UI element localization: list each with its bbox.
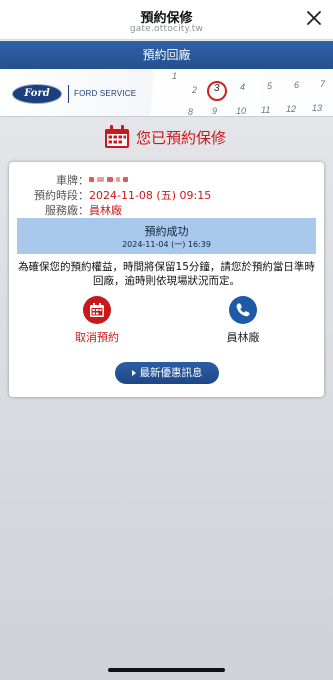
calendar-highlight-circle [207, 81, 227, 101]
close-icon[interactable] [305, 9, 323, 27]
home-indicator[interactable] [108, 668, 225, 672]
calendar-number: 11 [261, 105, 271, 115]
cancel-booking-button[interactable]: 取消預約 [52, 296, 142, 345]
booking-status-text: 您已預約保修 [136, 129, 227, 147]
cancel-booking-label: 取消預約 [75, 331, 119, 344]
calendar-number: 5 [267, 81, 273, 91]
calendar-number: 8 [188, 107, 194, 117]
calendar-number: 13 [312, 103, 323, 113]
calendar-number: 1 [172, 71, 178, 81]
logo-divider [68, 85, 69, 103]
time-label: 預約時段： [34, 189, 89, 202]
browser-header: 預約保修 gate.ottocity.tw [0, 0, 333, 40]
section-header: 預約回廠 [0, 41, 333, 69]
shop-label: 服務廠： [45, 204, 89, 217]
call-shop-button[interactable]: 員林廠 [198, 296, 288, 345]
latest-offers-button[interactable]: 最新優惠訊息 [115, 362, 219, 384]
success-timestamp: 2024-11-04 (一) 16:39 [122, 240, 211, 249]
calendar-number: 10 [236, 106, 247, 116]
calendar-number: 6 [294, 80, 300, 90]
calendar-number: 4 [240, 82, 246, 92]
ford-service-banner: 1 2 3 4 5 6 7 8 9 10 11 12 13 Ford FORD … [0, 69, 333, 117]
ford-logo: Ford [12, 84, 62, 104]
ford-service-text: FORD SERVICE [74, 89, 137, 98]
calendar-number: 12 [286, 104, 297, 114]
notice-text: 為確保您的預約權益，時間將保留15分鐘，請您於預約當日準時回廠，逾時則依現場狀況… [18, 261, 315, 287]
url-text: gate.ottocity.tw [129, 24, 204, 34]
call-shop-label: 員林廠 [226, 331, 260, 344]
calendar-number: 7 [320, 79, 326, 89]
calendar-number: 9 [212, 106, 218, 116]
success-banner: 預約成功 2024-11-04 (一) 16:39 [17, 218, 316, 254]
time-value: 2024-11-08 (五) 09:15 [89, 189, 212, 202]
calendar-icon [104, 125, 130, 149]
plate-value-redacted [89, 172, 131, 185]
latest-offers-label: 最新優惠訊息 [139, 367, 203, 379]
calendar-number: 2 [192, 85, 198, 95]
success-title: 預約成功 [144, 225, 189, 238]
phone-icon [229, 296, 257, 324]
booking-card: 車牌： 預約時段： 2024-11-08 (五) 09:15 服務廠： 員林廠 … [9, 162, 324, 397]
booking-status-header: 您已預約保修 [0, 122, 333, 152]
shop-value: 員林廠 [89, 204, 122, 217]
calendar-cancel-icon [83, 296, 111, 324]
play-arrow-icon [131, 370, 136, 376]
plate-label: 車牌： [56, 174, 89, 187]
